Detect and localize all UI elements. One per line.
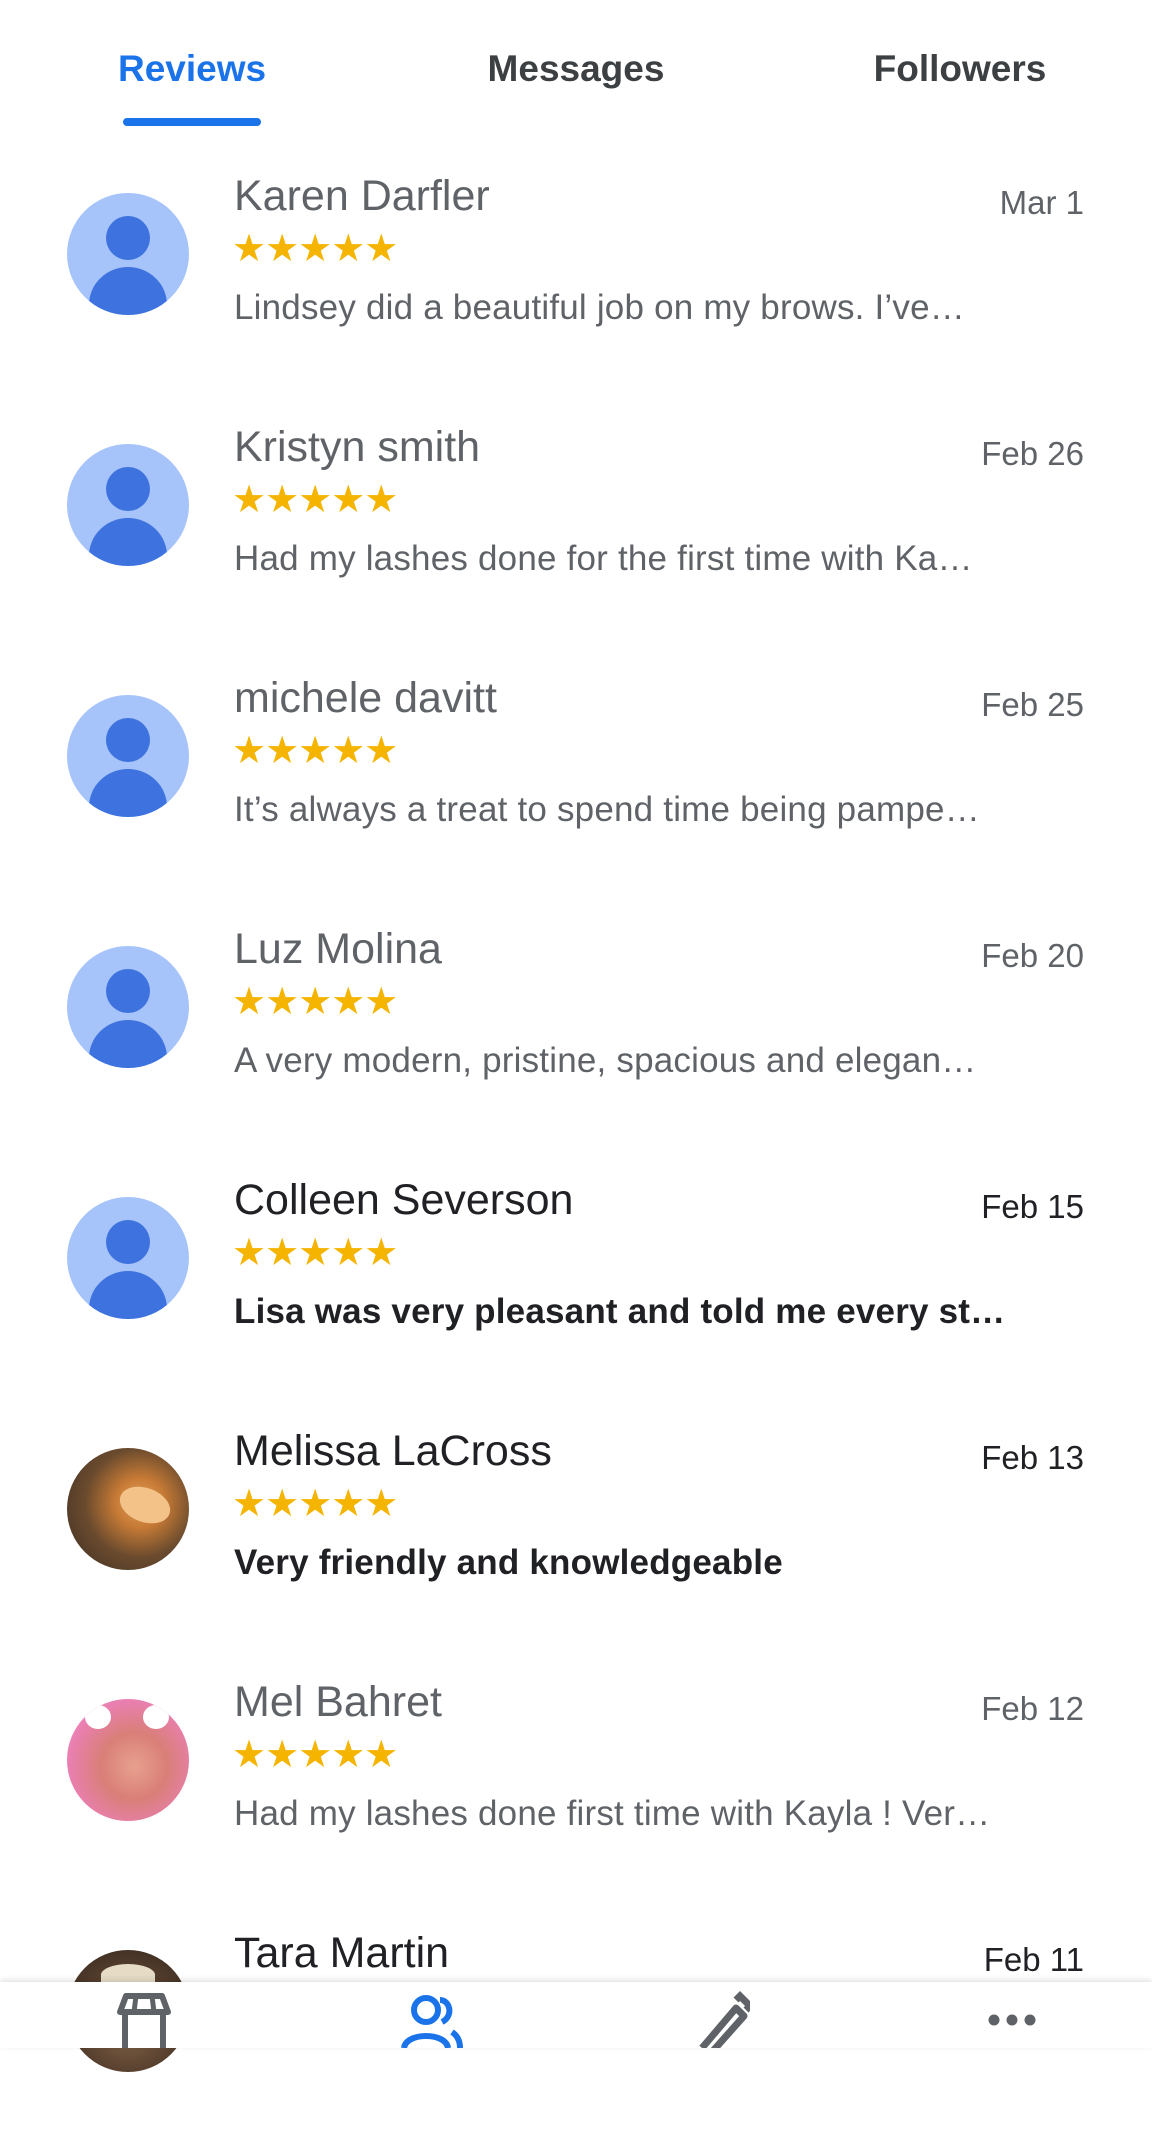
review-snippet: A very modern, pristine, spacious and el… [234, 1041, 977, 1080]
star-rating: ★★★★★ [232, 1734, 398, 1776]
profile-photo [67, 1699, 189, 1821]
reviewer-name: Luz Molina [234, 925, 442, 973]
default-avatar-icon [67, 1197, 189, 1319]
review-item[interactable]: Karen Darfler Mar 1 ★★★★★ Lindsey did a … [0, 130, 1152, 381]
review-snippet: Had my lashes done for the first time wi… [234, 539, 973, 578]
edit-pencil-icon[interactable] [690, 1990, 750, 2048]
tab-bar: Reviews Messages Followers [0, 0, 1152, 130]
star-rating: ★★★★★ [232, 1232, 398, 1274]
review-item[interactable]: Kristyn smith Feb 26 ★★★★★ Had my lashes… [0, 381, 1152, 632]
storefront-icon[interactable] [114, 1990, 174, 2048]
review-snippet: Very friendly and knowledgeable [234, 1543, 783, 1582]
review-item[interactable]: Luz Molina Feb 20 ★★★★★ A very modern, p… [0, 883, 1152, 1134]
tab-followers[interactable]: Followers [867, 48, 1053, 90]
customers-icon[interactable] [398, 1990, 466, 2048]
review-item[interactable]: Melissa LaCross Feb 13 ★★★★★ Very friend… [0, 1385, 1152, 1636]
review-snippet: Had my lashes done first time with Kayla… [234, 1794, 991, 1833]
review-date: Feb 26 [981, 435, 1084, 472]
review-item[interactable]: Mel Bahret Feb 12 ★★★★★ Had my lashes do… [0, 1636, 1152, 1887]
review-date: Mar 1 [999, 184, 1084, 221]
review-date: Feb 25 [981, 686, 1084, 723]
review-item[interactable]: michele davitt Feb 25 ★★★★★ It’s always … [0, 632, 1152, 883]
default-avatar-icon [67, 946, 189, 1068]
active-tab-indicator [123, 118, 261, 126]
star-rating: ★★★★★ [232, 1483, 398, 1525]
review-snippet: Lisa was very pleasant and told me every… [234, 1292, 1006, 1331]
review-date: Feb 20 [981, 937, 1084, 974]
reviews-list: Karen Darfler Mar 1 ★★★★★ Lindsey did a … [0, 130, 1152, 2138]
review-date: Feb 15 [981, 1188, 1084, 1225]
star-rating: ★★★★★ [232, 981, 398, 1023]
review-date: Feb 11 [983, 1941, 1084, 1978]
reviewer-name: michele davitt [234, 674, 497, 722]
more-icon[interactable] [986, 1990, 1038, 2048]
star-rating: ★★★★★ [232, 730, 398, 772]
reviewer-name: Karen Darfler [234, 172, 490, 220]
reviewer-name: Tara Martin [234, 1929, 450, 1977]
star-rating: ★★★★★ [232, 479, 398, 521]
reviewer-name: Kristyn smith [234, 423, 481, 471]
tab-reviews[interactable]: Reviews [118, 48, 266, 90]
default-avatar-icon [67, 444, 189, 566]
bottom-navigation [0, 1982, 1152, 2048]
star-rating: ★★★★★ [232, 228, 398, 270]
review-date: Feb 12 [981, 1690, 1084, 1727]
review-snippet: Lindsey did a beautiful job on my brows.… [234, 288, 965, 327]
review-date: Feb 13 [981, 1439, 1084, 1476]
profile-photo [67, 1448, 189, 1570]
reviewer-name: Colleen Severson [234, 1176, 574, 1224]
reviewer-name: Melissa LaCross [234, 1427, 552, 1475]
default-avatar-icon [67, 193, 189, 315]
review-item[interactable]: Colleen Severson Feb 15 ★★★★★ Lisa was v… [0, 1134, 1152, 1385]
tab-messages[interactable]: Messages [478, 48, 674, 90]
default-avatar-icon [67, 695, 189, 817]
review-snippet: It’s always a treat to spend time being … [234, 790, 980, 829]
reviewer-name: Mel Bahret [234, 1678, 442, 1726]
